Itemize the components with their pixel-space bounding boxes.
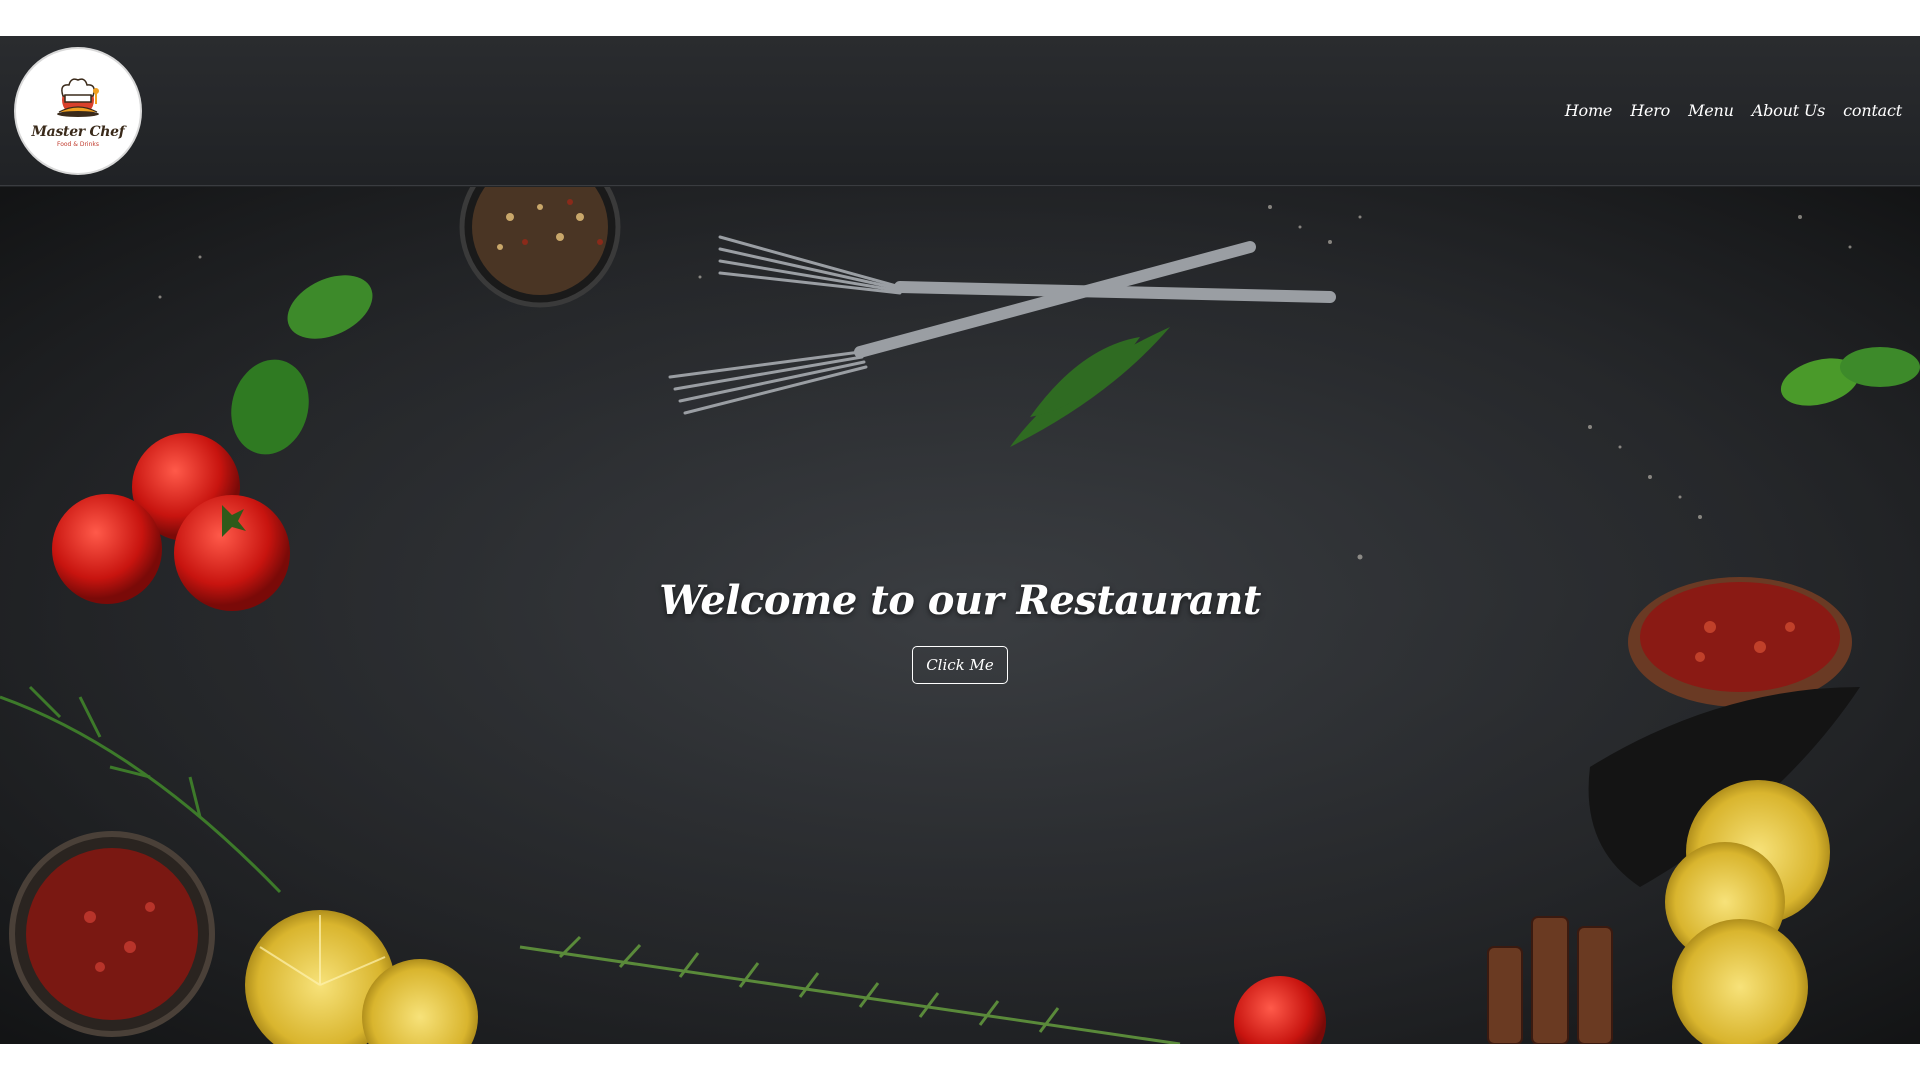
hero-content: Welcome to our Restaurant Click Me bbox=[0, 187, 1920, 1044]
nav-link-contact[interactable]: contact bbox=[1843, 101, 1902, 120]
chef-hat-icon bbox=[57, 77, 99, 117]
brand-name: Master Chef bbox=[31, 123, 125, 140]
brand-tagline: Food & Drinks bbox=[56, 140, 100, 148]
navbar: Master Chef Food & Drinks Home Hero Menu… bbox=[0, 36, 1920, 186]
nav-link-hero[interactable]: Hero bbox=[1630, 101, 1670, 120]
nav-link-menu[interactable]: Menu bbox=[1688, 101, 1734, 120]
brand-logo[interactable]: Master Chef Food & Drinks bbox=[16, 48, 140, 173]
hero-section: Welcome to our Restaurant Click Me bbox=[0, 187, 1920, 1044]
main-nav: Home Hero Menu About Us contact bbox=[1565, 101, 1902, 120]
click-me-button[interactable]: Click Me bbox=[912, 646, 1008, 684]
hero-title: Welcome to our Restaurant bbox=[659, 577, 1261, 624]
nav-link-about-us[interactable]: About Us bbox=[1752, 101, 1826, 120]
page-frame: Master Chef Food & Drinks Home Hero Menu… bbox=[0, 36, 1920, 1044]
nav-link-home[interactable]: Home bbox=[1565, 101, 1613, 120]
